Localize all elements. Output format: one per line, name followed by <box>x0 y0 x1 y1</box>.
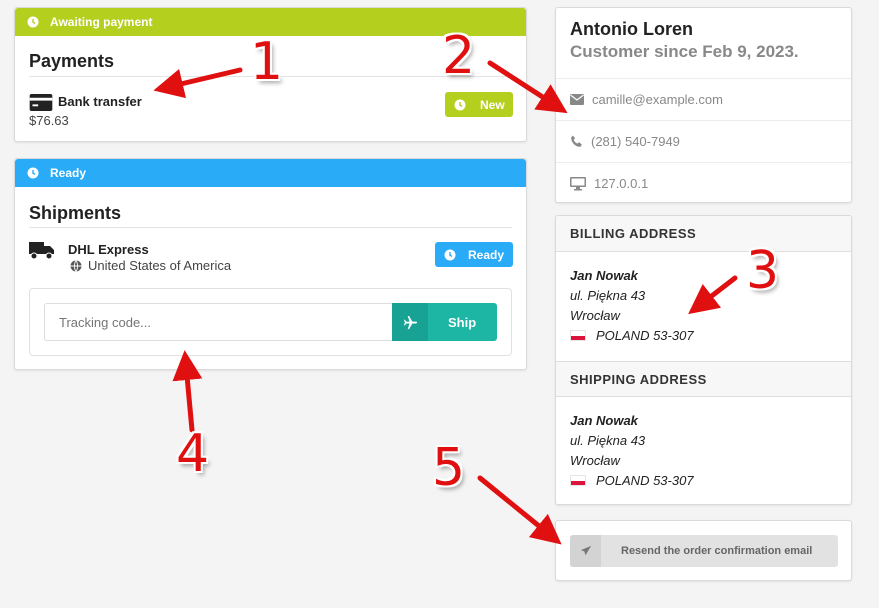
customer-since: Customer since Feb 9, 2023. <box>570 42 799 61</box>
shipment-state-ribbon: Ready <box>15 159 526 187</box>
billing-city: Wrocław <box>570 308 620 323</box>
shipment-ready-badge: Ready <box>435 242 513 267</box>
annotation-number-4: 4 <box>176 424 210 484</box>
shipments-card: Ready Shipments DHL Express United State… <box>14 158 527 370</box>
credit-card-icon <box>29 94 53 111</box>
tracking-form: Ship <box>29 288 512 356</box>
globe-icon <box>70 260 82 272</box>
address-card: BILLING ADDRESS Jan Nowak ul. Piękna 43 … <box>555 215 852 505</box>
arrow-5 <box>477 475 562 545</box>
customer-email-row: camille@example.com <box>556 78 851 120</box>
carrier-name: DHL Express <box>68 242 149 257</box>
annotation-number-2: 2 <box>442 26 476 86</box>
customer-ip: 127.0.0.1 <box>594 176 649 191</box>
tracking-code-input[interactable] <box>44 303 392 341</box>
shipping-country: POLAND 53-307 <box>596 473 694 488</box>
payment-method: Bank transfer <box>58 94 142 109</box>
shipping-country-row: POLAND 53-307 <box>570 471 837 491</box>
desktop-icon <box>570 176 586 190</box>
billing-street: ul. Piękna 43 <box>570 288 646 303</box>
billing-address-header: BILLING ADDRESS <box>556 216 851 252</box>
truck-icon <box>29 242 54 260</box>
clock-icon <box>454 99 466 110</box>
customer-name: Antonio Loren <box>570 19 693 39</box>
billing-address: Jan Nowak ul. Piękna 43 Wrocław POLAND 5… <box>556 252 851 361</box>
shipment-country: United States of America <box>88 258 232 273</box>
resend-email-button[interactable]: Resend the order confirmation email <box>570 535 838 567</box>
customer-email[interactable]: camille@example.com <box>592 92 723 107</box>
resend-icon-box <box>570 535 601 567</box>
customer-phone-row: (281) 540-7949 <box>556 120 851 162</box>
clock-icon <box>27 167 39 179</box>
annotation-number-1: 1 <box>250 32 284 92</box>
shipments-title: Shipments <box>29 203 122 223</box>
annotation-number-5: 5 <box>432 438 466 498</box>
clock-icon <box>27 16 39 28</box>
divider <box>29 227 512 228</box>
arrow-4 <box>172 350 203 433</box>
customer-phone: (281) 540-7949 <box>591 134 680 149</box>
ship-button[interactable]: Ship <box>392 303 497 341</box>
shipping-name: Jan Nowak <box>570 413 638 428</box>
billing-country-row: POLAND 53-307 <box>570 326 837 346</box>
customer-card: Antonio Loren Customer since Feb 9, 2023… <box>555 7 852 203</box>
resend-button-label: Resend the order confirmation email <box>621 545 813 557</box>
paper-plane-icon <box>580 545 591 556</box>
billing-country: POLAND 53-307 <box>596 328 694 343</box>
shipment-state-label: Ready <box>50 166 87 180</box>
annotation-number-3: 3 <box>746 241 780 301</box>
shipping-address: Jan Nowak ul. Piękna 43 Wrocław POLAND 5… <box>556 397 851 491</box>
billing-name: Jan Nowak <box>570 268 638 283</box>
payments-title: Payments <box>29 51 115 71</box>
envelope-icon <box>570 94 584 105</box>
payment-amount: $76.63 <box>29 113 69 128</box>
customer-ip-row: 127.0.0.1 <box>556 162 851 204</box>
badge-label: New <box>480 97 505 112</box>
poland-flag-icon <box>570 330 586 341</box>
poland-flag-icon <box>570 475 586 486</box>
shipping-city: Wrocław <box>570 453 620 468</box>
shipping-street: ul. Piękna 43 <box>570 433 646 448</box>
badge-label: Ready <box>468 247 505 262</box>
plane-icon <box>403 315 417 329</box>
clock-icon <box>444 249 456 260</box>
payment-new-badge: New <box>445 92 513 117</box>
phone-icon <box>571 135 582 147</box>
shipping-address-header: SHIPPING ADDRESS <box>556 361 851 397</box>
ship-icon-box <box>392 303 428 341</box>
payment-state-label: Awaiting payment <box>50 15 153 29</box>
ship-button-label: Ship <box>448 314 477 330</box>
resend-card: Resend the order confirmation email <box>555 520 852 581</box>
